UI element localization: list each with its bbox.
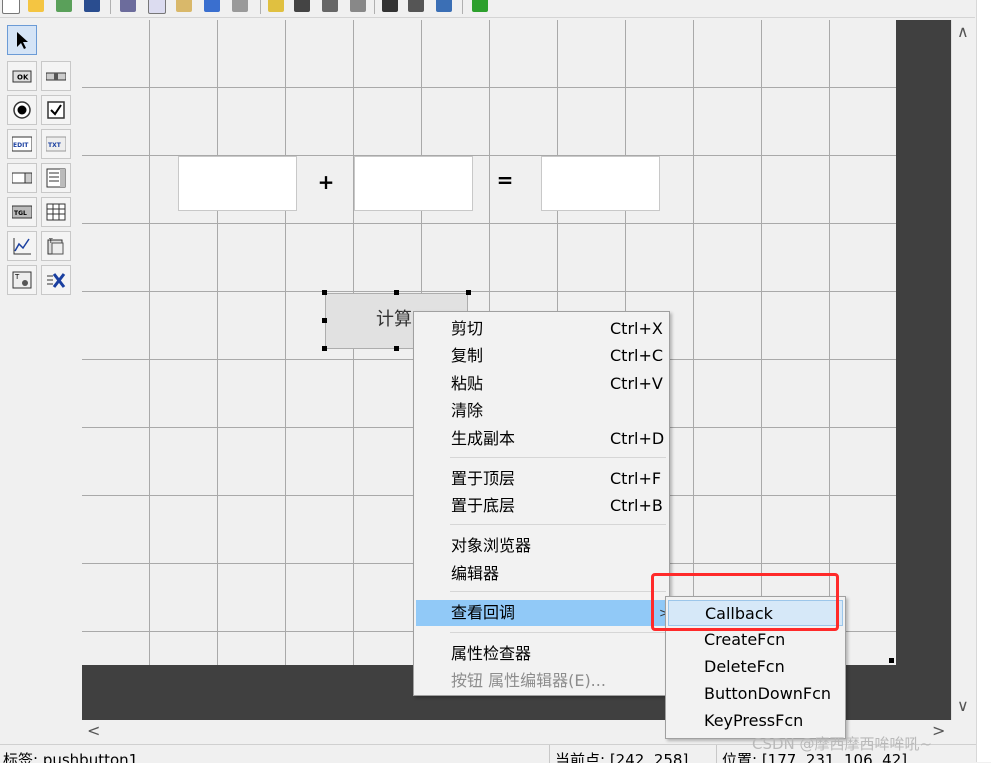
slider-tool-button[interactable] (41, 61, 71, 91)
property-inspector-icon[interactable] (408, 0, 424, 12)
watermark-text: CSDN @摩西摩西哞哞吼~ (752, 735, 933, 753)
undo-icon[interactable] (204, 0, 220, 12)
select-tool-button[interactable] (7, 25, 37, 55)
static-text-tool-button[interactable]: TXT (41, 129, 71, 159)
submenu-item-keypressfcn[interactable]: KeyPressFcn (668, 708, 843, 734)
open-folder-icon[interactable] (28, 0, 44, 12)
menu-separator (450, 632, 666, 633)
pushbutton-tool-button[interactable]: OK (7, 61, 37, 91)
menu-item-paste[interactable]: 粘贴 Ctrl+V (416, 371, 667, 397)
activex-tool-button[interactable] (41, 265, 71, 295)
vertical-scrollbar[interactable]: ∧ ∨ (951, 20, 976, 720)
canvas-outside-area (896, 20, 951, 665)
svg-text:EDIT: EDIT (13, 142, 29, 149)
svg-text:TGL: TGL (14, 210, 27, 217)
annotation-highlight-box (651, 573, 839, 631)
scroll-down-icon[interactable]: ∨ (957, 696, 969, 715)
selection-handle[interactable] (322, 346, 327, 351)
push-button-icon: OK (12, 70, 32, 83)
menu-item-copy[interactable]: 复制 Ctrl+C (416, 343, 667, 369)
menu-item-send-to-back[interactable]: 置于底层 Ctrl+B (416, 493, 667, 519)
axes-tool-button[interactable] (7, 231, 37, 261)
copy-icon[interactable] (148, 0, 166, 14)
table-icon (46, 203, 66, 221)
submenu-item-buttondownfcn[interactable]: ButtonDownFcn (668, 681, 843, 707)
toolbar (0, 0, 975, 18)
save-icon[interactable] (84, 0, 100, 12)
checkbox-icon (47, 101, 65, 119)
table-tool-button[interactable] (41, 197, 71, 227)
menu-separator (450, 457, 666, 458)
menu-item-duplicate[interactable]: 生成副本 Ctrl+D (416, 426, 667, 452)
status-tag: 标签: pushbutton1 (3, 751, 139, 763)
equals-label: = (496, 168, 514, 192)
menu-item-editor[interactable]: 编辑器 (416, 561, 667, 587)
plus-label: + (317, 170, 335, 194)
menu-item-object-browser[interactable]: 对象浏览器 (416, 533, 667, 559)
menu-item-bring-to-front[interactable]: 置于顶层 Ctrl+F (416, 466, 667, 492)
activex-icon (47, 273, 66, 288)
popup-menu-icon (12, 172, 32, 184)
menu-item-property-editor[interactable]: 按钮 属性编辑器(E)... (416, 668, 667, 694)
listbox-icon (46, 168, 66, 188)
status-current-point: 当前点: [242, 258] (555, 751, 689, 763)
calculate-button-label: 计算 (376, 309, 412, 330)
menu-editor-icon[interactable] (294, 0, 310, 12)
editor-icon[interactable] (382, 0, 398, 12)
background-window-edge (976, 0, 991, 762)
context-menu: 剪切 Ctrl+X 复制 Ctrl+C 粘贴 Ctrl+V 清除 生成副本 Ctrl+D… (413, 311, 670, 696)
panel-icon: T (47, 238, 64, 255)
scroll-left-icon[interactable]: < (87, 721, 100, 740)
menu-separator (450, 591, 666, 592)
menu-separator (450, 524, 666, 525)
menu-item-clear[interactable]: 清除 (416, 398, 667, 424)
scroll-right-icon[interactable]: > (932, 721, 945, 740)
paste-icon[interactable] (176, 0, 192, 12)
edit-box-operand-2[interactable] (354, 156, 473, 211)
redo-icon[interactable] (232, 0, 248, 12)
svg-text:OK: OK (17, 74, 29, 82)
toolbar-editor-icon[interactable] (350, 0, 366, 12)
object-browser-icon[interactable] (436, 0, 452, 12)
toggle-tool-button[interactable]: TGL (7, 197, 37, 227)
selection-handle[interactable] (394, 346, 399, 351)
selection-handle[interactable] (466, 290, 471, 295)
svg-text:TXT: TXT (48, 142, 62, 149)
button-group-tool-button[interactable]: T (7, 265, 37, 295)
figure-resize-handle[interactable] (889, 658, 894, 663)
menu-item-view-callbacks[interactable]: 查看回调> (416, 600, 669, 626)
static-text-icon: TXT (46, 136, 66, 152)
popup-menu-tool-button[interactable] (7, 163, 37, 193)
export-icon[interactable] (56, 0, 72, 12)
submenu-item-deletefcn[interactable]: DeleteFcn (668, 654, 843, 680)
toggle-button-icon: TGL (12, 205, 32, 219)
svg-text:T: T (48, 238, 53, 245)
new-file-icon[interactable] (2, 0, 20, 14)
svg-text:T: T (14, 273, 20, 281)
edit-text-icon: EDIT (12, 136, 32, 152)
radio-tool-button[interactable] (7, 95, 37, 125)
slider-icon (46, 72, 66, 81)
menu-item-property-inspector[interactable]: 属性检查器 (416, 641, 667, 667)
listbox-tool-button[interactable] (41, 163, 71, 193)
axes-icon (13, 238, 31, 255)
selection-handle[interactable] (394, 290, 399, 295)
edit-box-operand-1[interactable] (178, 156, 297, 211)
radio-button-icon (13, 101, 31, 119)
selection-handle[interactable] (322, 290, 327, 295)
cut-icon[interactable] (120, 0, 136, 12)
run-icon[interactable] (472, 0, 488, 12)
menu-item-cut[interactable]: 剪切 Ctrl+X (416, 316, 667, 342)
button-group-icon: T (12, 271, 32, 289)
edit-box-result[interactable] (541, 156, 660, 211)
tab-order-icon[interactable] (322, 0, 338, 12)
panel-tool-button[interactable]: T (41, 231, 71, 261)
align-icon[interactable] (268, 0, 284, 12)
scroll-up-icon[interactable]: ∧ (957, 22, 969, 41)
edit-text-tool-button[interactable]: EDIT (7, 129, 37, 159)
checkbox-tool-button[interactable] (41, 95, 71, 125)
pointer-icon (17, 32, 28, 49)
selection-handle[interactable] (322, 318, 327, 323)
component-palette: OK EDIT TXT TGL T T (0, 18, 78, 738)
